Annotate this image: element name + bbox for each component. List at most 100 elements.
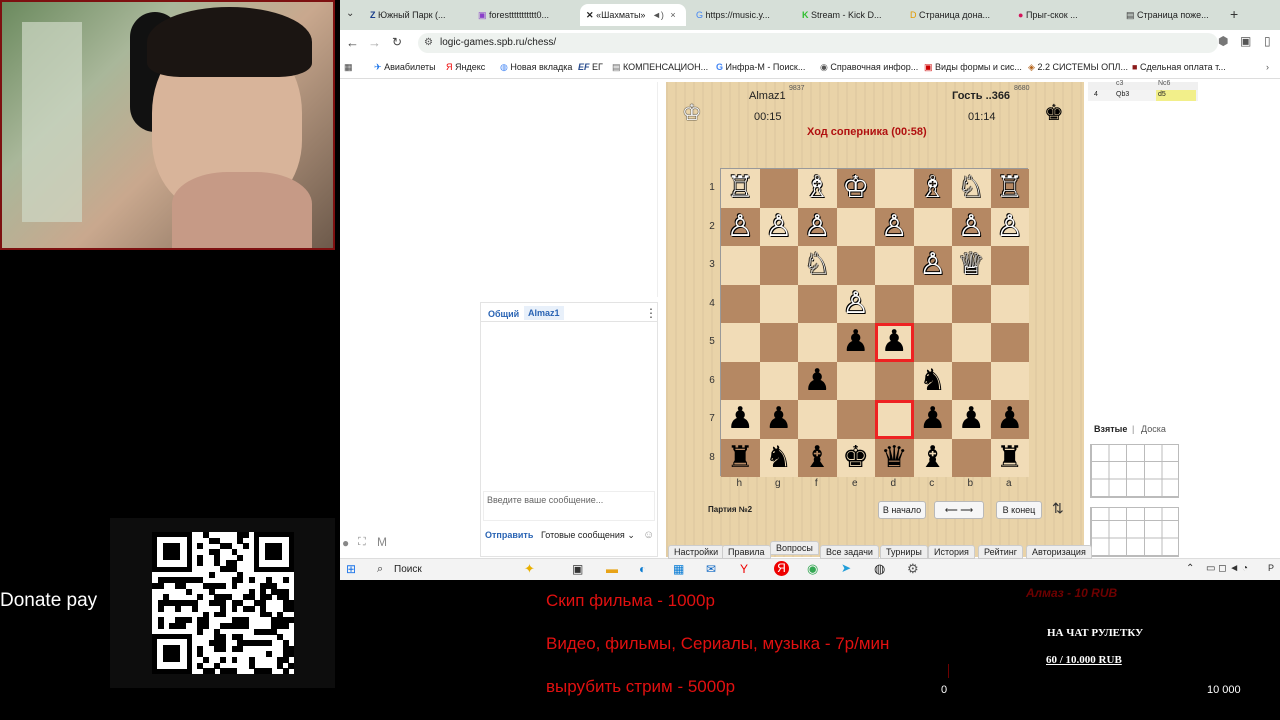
bookmark-item[interactable]: ◈ 2.2 СИСТЕМЫ ОПЛ... [1028,62,1128,73]
board-square-b1[interactable]: ♘ [952,169,991,208]
task-view-icon[interactable]: ▣ [572,562,583,576]
to-start-button[interactable]: В начало [878,501,926,519]
black-pawn-icon[interactable]: ♟ [842,327,869,357]
board-square-a4[interactable] [990,284,1029,323]
apps-icon[interactable]: ▦ [344,62,353,73]
send-button[interactable]: Отправить [485,530,533,540]
bookmark-item[interactable]: G Инфра-М - Поиск... [716,62,805,72]
board-square-a6[interactable] [990,361,1029,400]
board-square-a7[interactable]: ♟ [990,400,1029,439]
board-square-b4[interactable] [952,284,991,323]
board-square-d4[interactable] [875,284,914,323]
white-king-icon[interactable]: ♔ [842,173,869,203]
bookmark-item[interactable]: ◉ Справочная инфор... [820,62,918,73]
reload-icon[interactable]: ↻ [392,35,402,49]
white-bishop-icon[interactable]: ♗ [804,173,831,203]
white-pawn-icon[interactable]: ♙ [727,211,754,242]
tab-list-icon[interactable]: ⌄ [346,8,354,19]
board-square-g4[interactable] [759,284,798,323]
taskbar-search[interactable]: Поиск [394,564,422,575]
black-pawn-icon[interactable]: ♟ [881,327,908,357]
white-pawn-icon[interactable]: ♙ [804,211,831,242]
white-pawn-icon[interactable]: ♙ [842,288,869,319]
board-square-h1[interactable]: ♖ [721,169,760,208]
board-square-b3[interactable]: ♕ [952,246,991,285]
board-square-h2[interactable]: ♙ [721,207,760,246]
edge-icon[interactable]: ◐ [639,562,646,576]
bookmark-item[interactable]: ✈ Авиабилеты [374,62,436,73]
white-rook-icon[interactable]: ♖ [727,173,754,203]
board-square-f5[interactable] [798,323,837,362]
board-square-c3[interactable]: ♙ [913,246,952,285]
site-info-icon[interactable]: ⚙ [424,33,433,53]
bottom-tab[interactable]: Настройки [668,545,725,559]
white-knight-icon[interactable]: ♘ [958,173,985,203]
board-square-a1[interactable]: ♖ [990,169,1029,208]
black-pawn-icon[interactable]: ♟ [958,404,985,434]
board-square-d7[interactable] [875,400,914,439]
board-square-c1[interactable]: ♗ [913,169,952,208]
bottom-tab[interactable]: Авторизация [1026,545,1092,559]
white-pawn-icon[interactable]: ♙ [958,211,985,242]
more-bookmarks-icon[interactable]: › [1266,62,1269,72]
tray-chevron-icon[interactable]: ⌃ [1186,563,1194,574]
white-pawn-icon[interactable]: ♙ [765,211,792,242]
yandex-browser-icon[interactable]: Я [774,561,789,576]
chat-input[interactable]: Введите ваше сообщение... [483,491,655,521]
white-bishop-icon[interactable]: ♗ [919,173,946,203]
board-square-f3[interactable]: ♘ [798,246,837,285]
white-rook-icon[interactable]: ♖ [996,173,1023,203]
board-square-c4[interactable] [913,284,952,323]
board-square-c6[interactable]: ♞ [913,361,952,400]
bottom-tab[interactable]: Рейтинг [978,545,1024,559]
board-square-e8[interactable]: ♚ [836,438,875,477]
board-square-h4[interactable] [721,284,760,323]
black-rook-icon[interactable]: ♜ [727,442,754,473]
board-square-g5[interactable] [759,323,798,362]
board-square-d5[interactable]: ♟ [875,323,914,362]
board-square-e2[interactable] [836,207,875,246]
bottom-tab[interactable]: Турниры [880,545,928,559]
new-tab-icon[interactable]: + [1230,6,1238,22]
black-rook-icon[interactable]: ♜ [996,442,1023,473]
board-square-d1[interactable] [875,169,914,208]
tab-4[interactable]: K Stream - Kick D... [796,4,900,26]
black-queen-icon[interactable]: ♛ [881,442,908,473]
black-bishop-icon[interactable]: ♝ [919,442,946,473]
board-square-b7[interactable]: ♟ [952,400,991,439]
black-pawn-icon[interactable]: ♟ [727,404,754,434]
search-icon[interactable]: ⌕ [377,563,383,576]
board-square-b2[interactable]: ♙ [952,207,991,246]
board-square-h3[interactable] [721,246,760,285]
bottom-tab[interactable]: Правила [722,545,771,559]
black-pawn-icon[interactable]: ♟ [765,404,792,434]
board-square-g1[interactable] [759,169,798,208]
forward-icon[interactable]: → [368,35,381,50]
tab-6[interactable]: ● Прыг-скок ... [1012,4,1116,26]
white-pawn-icon[interactable]: ♙ [996,211,1023,242]
bottom-tab[interactable]: Вопросы [770,541,819,555]
bottom-tab[interactable]: История [928,545,975,559]
sidebar-icon[interactable]: ▯ [1264,34,1271,48]
board-square-f4[interactable] [798,284,837,323]
board-square-b5[interactable] [952,323,991,362]
bookmark-item[interactable]: ◍ Новая вкладка [500,62,572,73]
yandex-y-icon[interactable]: Y [740,562,748,576]
white-knight-icon[interactable]: ♘ [804,250,831,280]
back-icon[interactable]: ← [346,35,359,50]
board-square-h8[interactable]: ♜ [721,438,760,477]
board-square-f7[interactable] [798,400,837,439]
black-pawn-icon[interactable]: ♟ [996,404,1023,434]
board-square-d3[interactable] [875,246,914,285]
emoji-icon[interactable]: ☺ [643,529,654,541]
black-king-icon[interactable]: ♚ [842,442,869,473]
board-square-e7[interactable] [836,400,875,439]
tab-7[interactable]: ▤ Страница поже... [1120,4,1224,26]
board-square-g7[interactable]: ♟ [759,400,798,439]
black-pawn-icon[interactable]: ♟ [804,365,831,396]
telegram-icon[interactable]: ➤ [841,561,851,575]
tab-2[interactable]: ✕ «Шахматы» ◄) × [580,4,686,26]
board-square-a8[interactable]: ♜ [990,438,1029,477]
step-buttons[interactable]: ⟵ ⟶ [934,501,984,519]
black-bishop-icon[interactable]: ♝ [804,442,831,473]
